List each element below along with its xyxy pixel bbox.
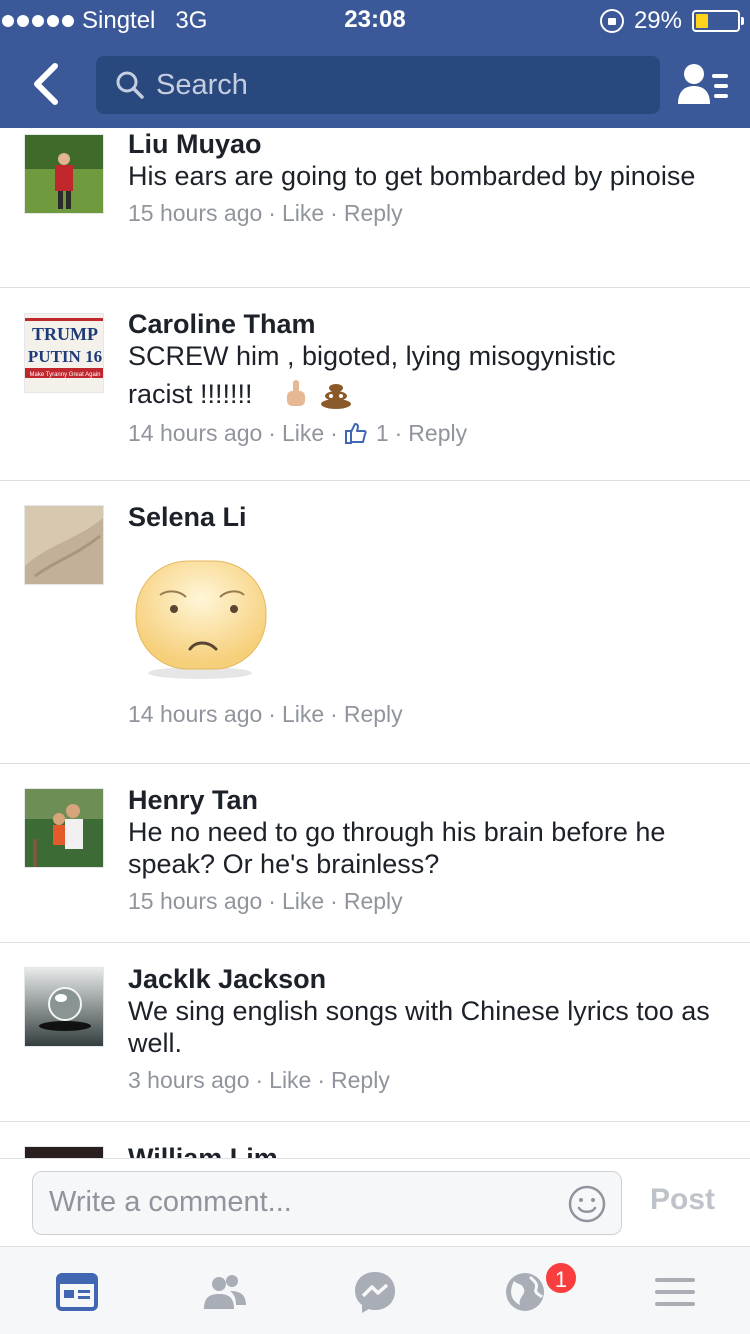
reply-link[interactable]: Reply xyxy=(344,699,403,729)
notifications-badge[interactable]: 1 xyxy=(544,1261,578,1295)
comment-author[interactable]: Jacklk Jackson xyxy=(128,963,726,995)
like-link[interactable]: Like xyxy=(282,418,324,448)
middle-finger-emoji-icon xyxy=(286,380,305,406)
comment-author[interactable]: Henry Tan xyxy=(128,784,726,816)
comment-author[interactable]: Selena Li xyxy=(128,501,726,533)
comment-meta: 15 hours ago · Like · Reply xyxy=(128,886,403,916)
nav-bar: Search xyxy=(0,40,750,128)
comment-composer: Write a comment... Post xyxy=(0,1158,750,1246)
avatar-text-trump: TRUMP xyxy=(32,324,98,344)
avatar-text-slogan: Make Tyranny Great Again xyxy=(30,372,101,378)
comment-time[interactable]: 3 hours ago xyxy=(128,1065,249,1095)
menu-icon[interactable] xyxy=(650,1267,700,1317)
avatar[interactable] xyxy=(24,1146,104,1158)
search-input[interactable]: Search xyxy=(96,56,660,114)
comment-text: He no need to go through his brain befor… xyxy=(128,817,666,879)
reply-link[interactable]: Reply xyxy=(408,418,467,448)
back-button[interactable] xyxy=(24,60,68,108)
like-link[interactable]: Like xyxy=(282,699,324,729)
battery-level xyxy=(696,14,708,28)
messenger-icon[interactable] xyxy=(350,1267,400,1317)
battery-icon xyxy=(692,10,744,32)
comment-time[interactable]: 14 hours ago xyxy=(128,699,262,729)
comment-time[interactable]: 14 hours ago xyxy=(128,418,262,448)
comment-author[interactable]: Caroline Tham xyxy=(128,308,726,340)
smiley-icon[interactable] xyxy=(567,1184,607,1224)
comment-placeholder: Write a comment... xyxy=(49,1186,292,1218)
poop-emoji-icon xyxy=(320,384,351,409)
like-link[interactable]: Like xyxy=(282,886,324,916)
comment-item: Selena Li 14 hours ago · Like · Reply xyxy=(0,481,750,764)
comment-text: We sing english songs with Chinese lyric… xyxy=(128,996,710,1058)
search-placeholder: Search xyxy=(156,68,248,101)
comment-meta: 3 hours ago · Like · Reply xyxy=(128,1065,390,1095)
tab-bar: 1 xyxy=(0,1246,750,1334)
reply-link[interactable]: Reply xyxy=(344,198,403,228)
comment-item: Henry Tan He no need to go through his b… xyxy=(0,764,750,943)
comment-author[interactable]: Liu Muyao xyxy=(128,128,726,160)
reply-link[interactable]: Reply xyxy=(331,1065,390,1095)
like-link[interactable]: Like xyxy=(269,1065,311,1095)
comment-text: SCREW him , bigoted, lying misogynistic xyxy=(128,341,616,371)
like-count[interactable]: 1 xyxy=(376,418,389,448)
comment-input[interactable]: Write a comment... xyxy=(32,1171,622,1235)
avatar[interactable] xyxy=(24,967,104,1047)
comment-meta: 15 hours ago · Like · Reply xyxy=(128,198,403,228)
comments-list[interactable]: Liu Muyao His ears are going to get bomb… xyxy=(0,128,750,1158)
comment-author[interactable]: William Lim xyxy=(128,1142,726,1158)
avatar[interactable]: TRUMP PUTIN 16 Make Tyranny Great Again xyxy=(24,313,104,393)
reply-link[interactable]: Reply xyxy=(344,886,403,916)
comment-time[interactable]: 15 hours ago xyxy=(128,886,262,916)
like-link[interactable]: Like xyxy=(282,198,324,228)
comment-item: William Lim xyxy=(0,1122,750,1158)
thumbs-up-icon xyxy=(344,423,367,444)
comment-text-line-2: racist !!!!!!! xyxy=(128,378,726,410)
news-feed-icon[interactable] xyxy=(52,1267,102,1317)
status-right: 29% xyxy=(599,6,744,36)
avatar[interactable] xyxy=(24,788,104,868)
rotation-lock-icon xyxy=(599,9,624,33)
comment-item: TRUMP PUTIN 16 Make Tyranny Great Again … xyxy=(0,288,750,481)
friend-requests-icon[interactable] xyxy=(676,62,730,108)
comment-text: His ears are going to get bombarded by p… xyxy=(128,161,696,191)
avatar[interactable] xyxy=(24,505,104,585)
status-bar: Singtel 3G 23:08 29% xyxy=(0,0,750,40)
battery-percent: 29% xyxy=(633,7,682,34)
comment-time[interactable]: 15 hours ago xyxy=(128,198,262,228)
search-icon xyxy=(116,71,144,99)
comment-item: Jacklk Jackson We sing english songs wit… xyxy=(0,943,750,1122)
comment-text-racist: racist !!!!!!! xyxy=(128,379,253,409)
comment-item: Liu Muyao His ears are going to get bomb… xyxy=(0,128,750,288)
friends-icon[interactable] xyxy=(200,1267,250,1317)
sad-face-sticker-icon[interactable] xyxy=(128,551,268,681)
app-header: Singtel 3G 23:08 29% Search xyxy=(0,0,750,128)
comment-meta: 14 hours ago · Like · 1 · Reply xyxy=(128,418,468,448)
comment-meta: 14 hours ago · Like · Reply xyxy=(128,699,403,729)
avatar-text-putin: PUTIN 16 xyxy=(28,347,102,366)
notifications-globe-icon[interactable] xyxy=(500,1267,550,1317)
post-button[interactable]: Post xyxy=(650,1183,715,1217)
avatar[interactable] xyxy=(24,134,104,214)
chevron-left-icon xyxy=(34,63,58,105)
